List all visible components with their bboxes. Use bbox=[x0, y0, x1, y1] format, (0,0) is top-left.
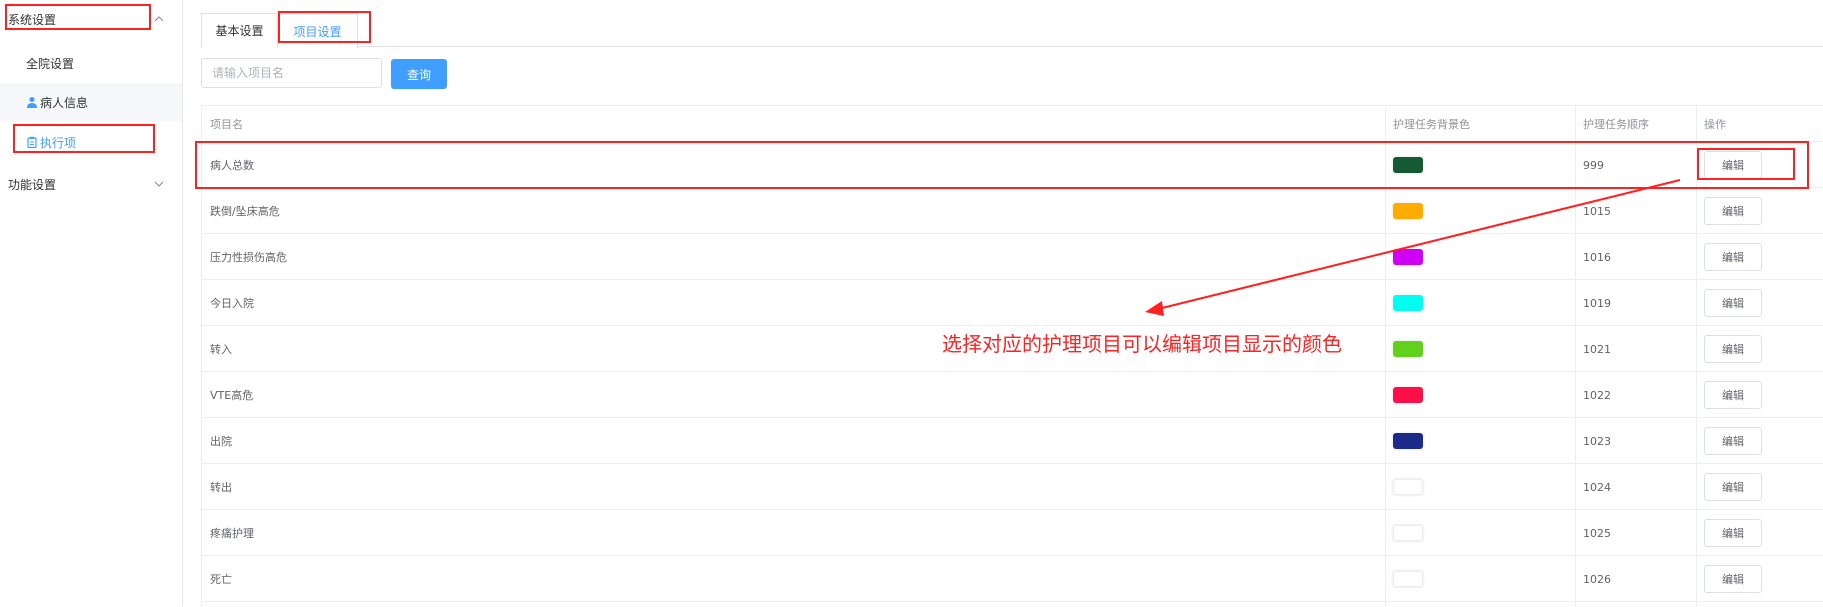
annotation-arrow-icon bbox=[1145, 179, 1681, 316]
annotation-callout: 选择对应的护理项目可以编辑项目显示的颜色 bbox=[942, 332, 1342, 356]
